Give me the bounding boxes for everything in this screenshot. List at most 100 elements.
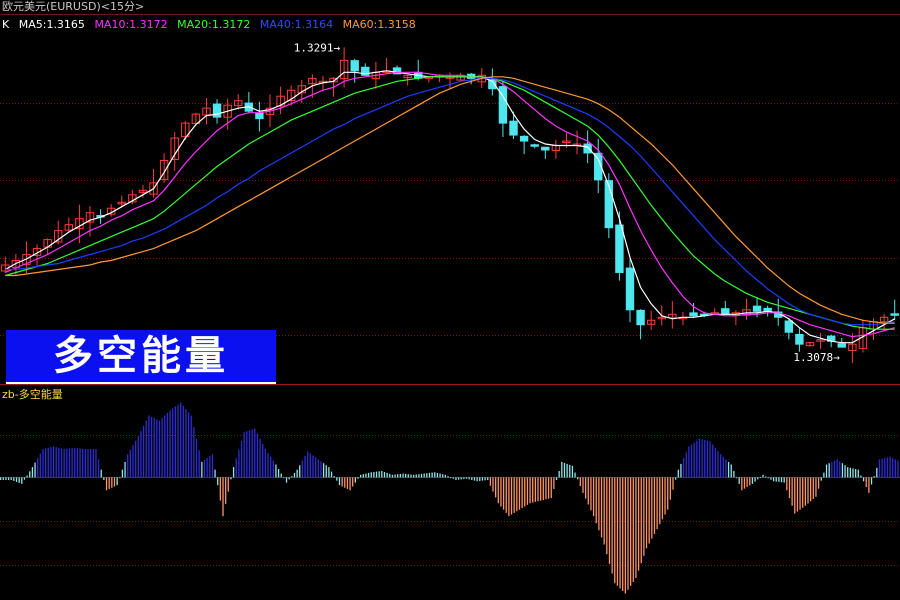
energy-bar-negative [510, 477, 513, 515]
energy-bar-positive [825, 464, 828, 478]
candle-bear [837, 343, 846, 348]
energy-bar-negative [582, 477, 584, 493]
candle-bear [721, 308, 730, 315]
energy-bar-negative [534, 477, 537, 502]
energy-bar-positive [383, 471, 386, 478]
energy-bar-positive [209, 456, 211, 478]
energy-bar-negative [471, 477, 473, 480]
energy-bar-positive [291, 476, 293, 478]
energy-bar-negative [635, 477, 637, 579]
energy-bar-negative [775, 477, 777, 482]
energy-bar-negative [741, 477, 743, 491]
energy-bar-negative [465, 477, 468, 479]
energy-bar-negative [746, 477, 748, 488]
energy-bar-negative [802, 477, 804, 508]
energy-bar-positive [873, 476, 875, 478]
energy-bar-positive [92, 449, 94, 478]
energy-bar-positive [415, 474, 417, 478]
energy-bar-positive [142, 425, 145, 478]
energy-bar-positive [177, 404, 179, 478]
energy-bar-positive [148, 415, 150, 478]
energy-bar-negative [502, 477, 505, 510]
energy-bar-positive [71, 448, 73, 478]
energy-bar-negative [788, 477, 791, 499]
energy-bar-positive [320, 461, 322, 478]
energy-bar-negative [21, 477, 23, 484]
energy-bar-negative [285, 477, 288, 483]
energy-bar-positive [315, 457, 317, 478]
energy-bar-negative [497, 477, 499, 504]
energy-bar-positive [246, 431, 248, 478]
energy-bar-negative [219, 477, 222, 501]
energy-bar-positive [97, 459, 100, 478]
energy-bar-negative [754, 477, 756, 482]
energy-bar-positive [307, 451, 309, 478]
high-price-label: 1.3291→ [294, 41, 341, 54]
energy-bar-positive [897, 460, 899, 478]
energy-bar-positive [76, 448, 79, 478]
energy-bar-positive [79, 448, 81, 478]
energy-bar-negative [217, 477, 219, 486]
legend-k: K [2, 18, 10, 31]
energy-bar-positive [84, 449, 87, 478]
energy-bar-positive [680, 463, 682, 478]
energy-bar-negative [15, 477, 18, 482]
energy-bar-negative [651, 477, 653, 539]
energy-bar-positive [87, 449, 89, 478]
energy-bar-positive [328, 467, 330, 478]
energy-bar-negative [743, 477, 746, 489]
energy-bar-positive [267, 452, 269, 478]
energy-bar-positive [852, 468, 854, 478]
energy-bar-negative [868, 477, 870, 493]
energy-bar-positive [878, 459, 881, 478]
energy-bar-positive [180, 402, 182, 478]
energy-bar-positive [690, 444, 693, 478]
energy-bar-positive [264, 449, 267, 478]
energy-bar-negative [804, 477, 807, 506]
candle-bear [784, 320, 794, 333]
energy-bar-positive [140, 430, 142, 478]
energy-bar-positive [270, 456, 272, 478]
energy-bar-positive [150, 416, 153, 478]
candle-bear [890, 313, 899, 316]
energy-bar-positive [386, 472, 388, 478]
energy-bar-negative [346, 477, 349, 490]
energy-bar-negative [757, 477, 759, 480]
energy-bar-negative [476, 477, 478, 482]
energy-bar-positive [325, 465, 327, 478]
ma-line-ma20 [5, 76, 895, 330]
energy-bar-negative [545, 477, 547, 500]
energy-bar-positive [299, 465, 301, 478]
energy-bar-negative [518, 477, 521, 510]
energy-bar-positive [558, 470, 560, 478]
energy-bar-negative [341, 477, 343, 487]
energy-bar-positive [831, 461, 833, 478]
energy-bar-negative [550, 477, 552, 499]
energy-bar-positive [381, 470, 383, 478]
energy-bar-positive [428, 472, 431, 478]
ma-legend: K MA5:1.3165 MA10:1.3172 MA20:1.3172 MA4… [2, 19, 422, 31]
energy-bar-positive [129, 449, 132, 478]
energy-bar-positive [844, 465, 846, 478]
candle-bear [509, 120, 518, 136]
energy-bar-negative [463, 477, 465, 480]
energy-bar-positive [855, 469, 857, 478]
energy-bar-negative [516, 477, 518, 512]
energy-bar-negative [542, 477, 544, 500]
ma-line-ma40 [5, 77, 895, 326]
energy-bar-positive [185, 409, 187, 478]
energy-bar-negative [492, 477, 494, 492]
energy-bar-positive [243, 432, 245, 478]
energy-bar-positive [450, 477, 452, 479]
energy-bar-negative [738, 477, 740, 484]
energy-bar-negative [460, 477, 462, 480]
energy-bar-positive [201, 461, 203, 478]
energy-bar-negative [590, 477, 592, 511]
energy-bar-negative [606, 477, 608, 555]
energy-bar-positive [333, 476, 335, 478]
energy-bar-positive [47, 447, 49, 478]
energy-bar-positive [29, 471, 31, 478]
candle-bear [212, 103, 222, 118]
energy-bar-positive [66, 448, 68, 478]
energy-bar-positive [823, 472, 825, 478]
